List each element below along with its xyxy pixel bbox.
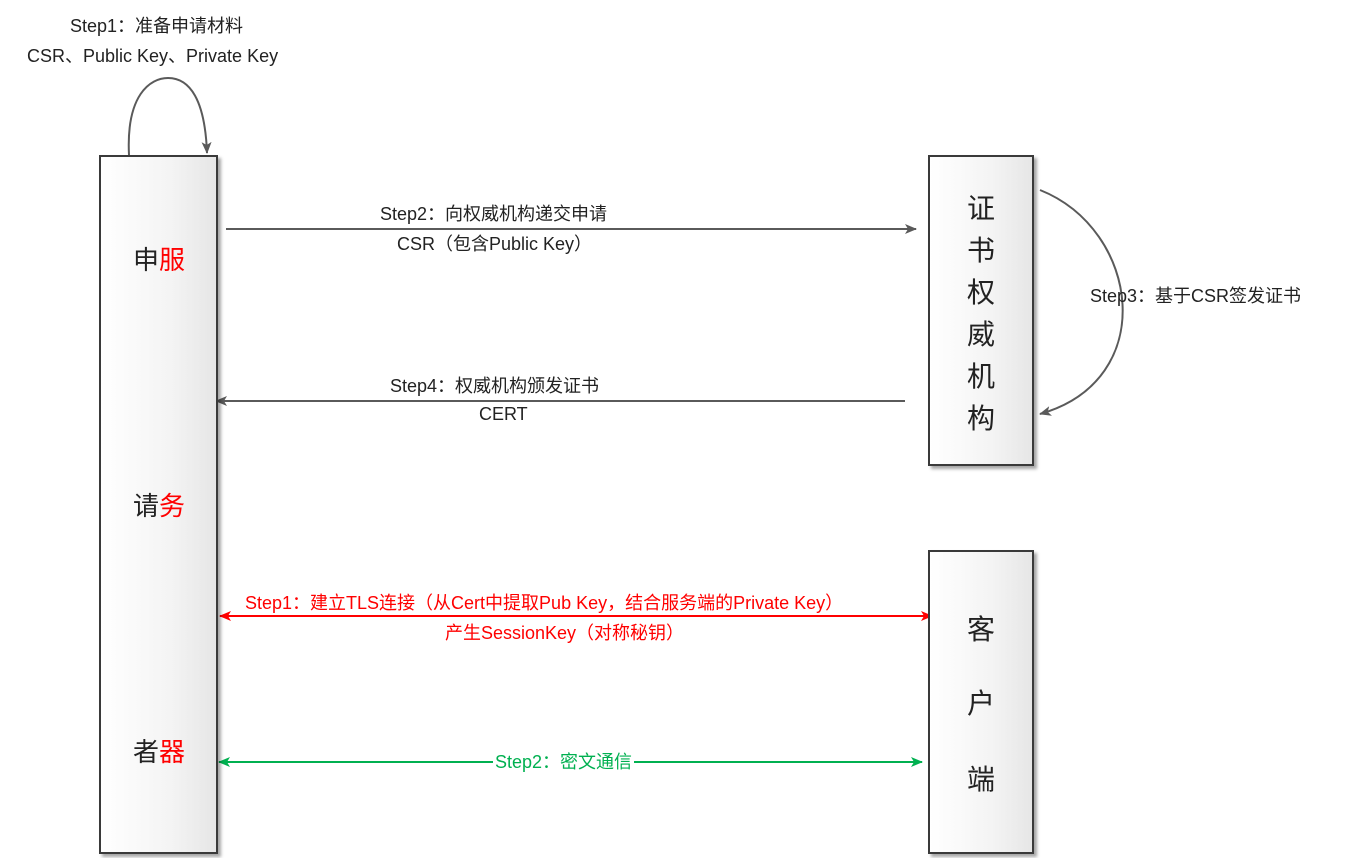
client-char-3: 端 — [966, 764, 995, 795]
server-applicant-box: 申 服 请 务 者 器 — [99, 155, 218, 854]
self-loop-arrow — [127, 76, 212, 156]
server-col2-char-2: 务 — [159, 491, 186, 521]
step3-sign-label: Step3：基于CSR签发证书 — [1090, 286, 1302, 306]
tls-step-sessionkey: 产生SessionKey（对称秘钥） — [445, 623, 685, 643]
server-col1-char-2: 请 — [133, 491, 160, 521]
step2-submit-detail: CSR（包含Public Key） — [397, 234, 593, 254]
ca-char-5: 机 — [966, 361, 995, 392]
client-char-1: 客 — [966, 614, 995, 645]
server-col1-char-3: 者 — [133, 737, 160, 767]
ca-char-2: 书 — [966, 235, 995, 266]
certificate-authority-box: 证 书 权 威 机 构 — [928, 155, 1034, 466]
step2-submit-title: Step2：向权威机构递交申请 — [380, 204, 608, 224]
step4-issue-title: Step4：权威机构颁发证书 — [390, 376, 600, 396]
ca-char-3: 权 — [966, 277, 995, 308]
tls-step-title: Step1：建立TLS连接（从Cert中提取Pub Key，结合服务端的Priv… — [245, 593, 844, 613]
ca-char-1: 证 — [966, 193, 995, 224]
client-char-2: 户 — [966, 688, 995, 719]
client-box: 客 户 端 — [928, 550, 1034, 854]
step4-issue-cert: CERT — [479, 404, 528, 424]
step1-prepare-title: Step1：准备申请材料 — [70, 16, 244, 36]
ca-char-6: 构 — [966, 403, 995, 434]
server-col2-char-1: 服 — [159, 245, 186, 275]
server-col1-char-1: 申 — [133, 245, 160, 275]
encrypted-step-label: Step2：密文通信 — [493, 752, 635, 772]
server-col2-char-3: 器 — [159, 737, 186, 767]
step1-prepare-materials: CSR、Public Key、Private Key — [27, 46, 279, 66]
ca-char-4: 威 — [966, 319, 995, 350]
